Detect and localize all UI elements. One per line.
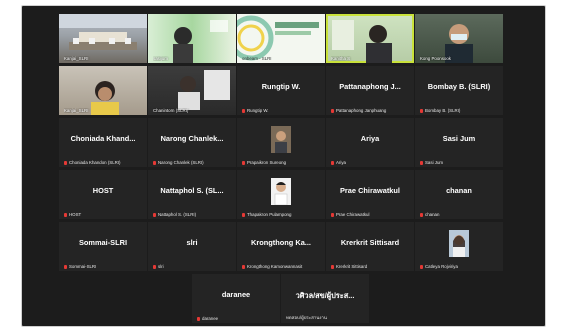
participant-name: Choniada Khandon (SLRI) [64,160,145,165]
participant-name: Kanitha S [331,56,351,61]
participant-tile[interactable]: Prae Chirawatkul Prae Chirawatkul [326,170,414,219]
muted-mic-icon [420,160,423,165]
participant-tile[interactable]: Rungtip W. Rungtip W. [237,66,325,115]
participant-tile[interactable]: Bombay B. (SLRI) Bombay B. (SLRI) [415,66,503,115]
participant-name: sasijum [153,56,168,61]
participant-display-name: Pattanaphong J... [339,82,401,91]
participant-tile[interactable]: slri slri [148,222,236,271]
participant-name: Narong Chanlek (SLRI) [153,160,234,165]
participant-name: slri [153,264,234,269]
participant-name: Chanintorn (SLRI) [153,108,189,113]
muted-mic-icon [242,108,245,113]
participant-display-name: daranee [221,290,251,299]
participant-name: Prae Chirawatkul [331,212,412,217]
participant-name: daranee [197,316,278,321]
participant-tile[interactable]: HOST HOST [59,170,147,219]
participant-tile[interactable]: Ariya Ariya [326,118,414,167]
participant-tile[interactable]: Nattaphol S. (SL... Nattaphol S. (SLRI) [148,170,236,219]
muted-mic-icon [64,212,67,217]
participant-tile[interactable]: Thapakron Pulampong [237,170,325,219]
participant-name: Ariya [331,160,412,165]
participant-display-name: วศิวล/สข/ผู้ประส... [295,291,355,300]
participant-tile[interactable]: Narong Chanlek... Narong Chanlek (SLRI) [148,118,236,167]
video-tile[interactable]: Chanintorn (SLRI) [148,66,236,115]
muted-mic-icon [153,212,156,217]
muted-mic-icon [331,160,334,165]
participant-tile[interactable]: daranee daranee [192,274,280,323]
participant-display-name: Sasi Jum [442,134,476,143]
participant-name: Kanjai_SLRI [64,56,89,61]
participant-display-name: Bombay B. (SLRI) [427,82,491,91]
participant-display-name: Krongthong Ka... [251,238,311,247]
participant-name: Sommai-SLRI [64,264,145,269]
participant-name: Krerkrit Sittisard [331,264,412,269]
participant-display-name: Sommai-SLRI [78,238,128,247]
participant-display-name: Ariya [360,134,380,143]
muted-mic-icon [64,264,67,269]
muted-mic-icon [420,108,423,113]
muted-mic-icon [153,160,156,165]
participant-tile[interactable]: Catleya Rojviriya [415,222,503,271]
participant-name: HOST [64,212,145,217]
participant-display-name: Krerkrit Sittisard [340,238,400,247]
video-tile[interactable]: onbeam - SLRI [237,14,325,63]
muted-mic-icon [331,264,334,269]
participant-tile[interactable]: Krerkrit Sittisard Krerkrit Sittisard [326,222,414,271]
participant-display-name: Prae Chirawatkul [340,186,400,195]
participant-display-name: Nattaphol S. (SL... [160,186,224,195]
participant-name: Kong Poonsook [420,56,452,61]
muted-mic-icon [242,264,245,269]
video-tile[interactable]: Kanjai_SLRI [59,66,147,115]
muted-mic-icon [420,212,423,217]
participant-tile[interactable]: Prapaikron Sureong [237,118,325,167]
muted-mic-icon [242,160,245,165]
participant-display-name: chanan [446,186,472,195]
participant-name: ทดสอบ/ผู้ประสานงาน [286,315,327,320]
participant-tile[interactable]: Sommai-SLRI Sommai-SLRI [59,222,147,271]
muted-mic-icon [64,160,67,165]
video-tile[interactable]: Kong Poonsook [415,14,503,63]
participant-name: Sasi Jum [420,160,501,165]
participant-name: Catleya Rojviriya [420,264,501,269]
participant-tile[interactable]: Pattanaphong J... Pattanaphong Janphuang [326,66,414,115]
participant-name: chanan [420,212,501,217]
participant-name: Thapakron Pulampong [242,212,323,217]
video-tile-active-speaker[interactable]: Kanitha S [326,14,414,63]
participant-display-name: HOST [92,186,114,195]
muted-mic-icon [197,316,200,321]
participant-display-name: Choniada Khand... [70,134,136,143]
participant-tile[interactable]: วศิวล/สข/ผู้ประส... ทดสอบ/ผู้ประสานงาน [281,274,369,323]
video-tile[interactable]: Kanjai_SLRI [59,14,147,63]
profile-photo-image [271,126,291,153]
gallery-view: Kanjai_SLRI sasijum onbeam - SLRI Kanith… [21,5,546,327]
participant-name: Nattaphol S. (SLRI) [153,212,234,217]
muted-mic-icon [153,264,156,269]
participant-name: Kanjai_SLRI [64,108,89,113]
participant-name: Rungtip W. [242,108,323,113]
participant-display-name: Narong Chanlek... [160,134,224,143]
participant-display-name: slri [186,238,198,247]
profile-photo-image [271,178,291,205]
muted-mic-icon [420,264,423,269]
muted-mic-icon [331,108,334,113]
participant-tile[interactable]: Choniada Khand... Choniada Khandon (SLRI… [59,118,147,167]
participant-name: Pattanaphong Janphuang [331,108,412,113]
profile-photo-image [449,230,469,257]
muted-mic-icon [242,212,245,217]
participant-name: onbeam - SLRI [242,56,272,61]
muted-mic-icon [331,212,334,217]
participant-display-name: Rungtip W. [261,82,301,91]
video-tile[interactable]: sasijum [148,14,236,63]
participant-tile[interactable]: chanan chanan [415,170,503,219]
participant-tile[interactable]: Sasi Jum Sasi Jum [415,118,503,167]
participant-name: Prapaikron Sureong [242,160,323,165]
participant-name: Krongthong Kamonwannasit [242,264,323,269]
participant-name: Bombay B. (SLRI) [420,108,501,113]
participant-tile[interactable]: Krongthong Ka... Krongthong Kamonwannasi… [237,222,325,271]
